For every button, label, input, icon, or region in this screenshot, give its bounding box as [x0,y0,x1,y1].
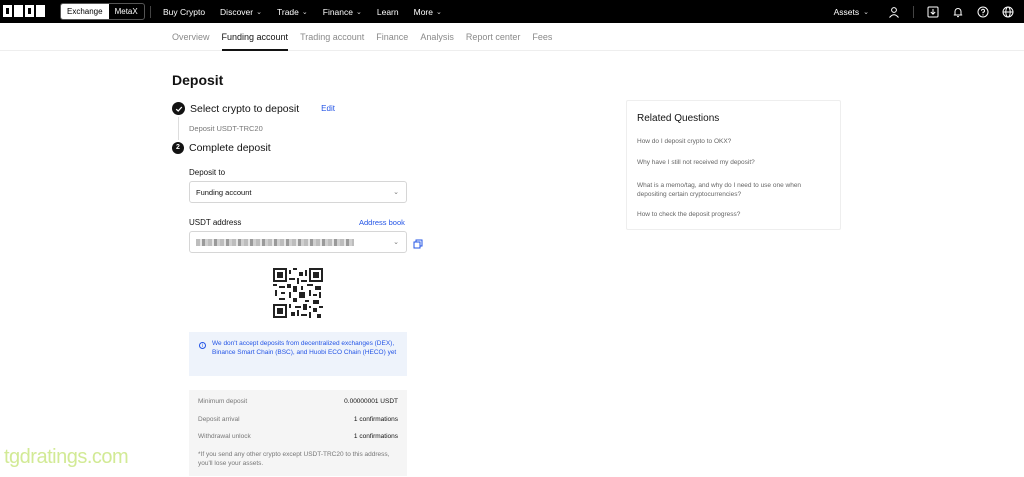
chevron-down-icon: ⌄ [863,8,869,16]
exchange-metax-switch: Exchange MetaX [60,3,145,20]
step-title: Select crypto to deposit [190,102,300,115]
tab-trading-account[interactable]: Trading account [300,23,364,51]
deposit-to-label: Deposit to [189,168,226,177]
help-icon[interactable] [977,6,989,18]
main-nav: Buy Crypto Discover ⌄ Trade ⌄ Finance ⌄ Lea… [163,0,442,23]
metax-toggle[interactable]: MetaX [109,4,144,19]
assets-label: Assets [833,6,860,17]
account-subnav: Overview Funding account Trading account… [0,23,1024,51]
exchange-toggle[interactable]: Exchange [61,4,109,19]
usdt-address-label: USDT address [189,218,242,227]
chevron-down-icon: ⌄ [436,8,442,16]
assets-menu[interactable]: Assets ⌄ [834,7,869,17]
deposit-notice: i We don't accept deposits from decentra… [189,332,407,376]
chevron-down-icon: ⌄ [256,8,262,16]
chevron-down-icon: ⌄ [301,8,308,16]
tab-analysis[interactable]: Analysis [420,23,454,51]
related-question-link[interactable]: How do I deposit crypto to OKX? [637,138,827,147]
nav-learn[interactable]: Learn [377,7,399,17]
deposit-qr-code [273,268,323,318]
step-select-crypto: Select crypto to deposit Edit [172,102,335,115]
check-circle-icon [172,102,185,115]
related-questions-panel: Related Questions How do I deposit crypt… [626,100,841,230]
download-icon[interactable] [927,6,939,18]
tab-overview[interactable]: Overview [172,23,210,51]
nav-label: Finance [322,6,353,17]
nav-label: Trade [276,6,299,17]
tab-finance[interactable]: Finance [376,23,408,51]
nav-label: Learn [376,6,399,17]
step-complete-deposit: 2 Complete deposit [172,142,271,154]
deposit-info-box: Minimum deposit 0.00000001 USDT Deposit … [189,390,407,476]
related-question-link[interactable]: Why have I still not received my deposit… [637,159,827,168]
step-number: 2 [172,142,184,154]
top-navigation-bar: Exchange MetaX Buy Crypto Discover ⌄ Trad… [0,0,1024,23]
copy-icon[interactable] [413,236,423,249]
info-key: Deposit arrival [198,416,240,423]
nav-finance[interactable]: Finance ⌄ [323,7,362,17]
nav-right-group: Assets ⌄ [834,0,1014,23]
info-row: Deposit arrival 1 confirmations [198,416,398,423]
chevron-down-icon: ⌄ [393,239,399,246]
tab-report-center[interactable]: Report center [466,23,521,51]
user-icon[interactable] [888,6,900,18]
address-book-link[interactable]: Address book [359,218,405,227]
warning-note: *If you send any other crypto except USD… [198,451,390,467]
nav-divider [913,5,914,18]
nav-more[interactable]: More ⌄ [414,7,442,17]
info-key: Withdrawal unlock [198,433,251,440]
masked-address [196,238,354,246]
edit-link[interactable]: Edit [321,104,335,113]
tab-fees[interactable]: Fees [532,23,552,51]
nav-label: More [413,6,433,17]
info-value: 0.00000001 USDT [344,398,398,405]
bell-icon[interactable] [952,6,964,18]
nav-label: Buy Crypto [163,6,206,17]
nav-label: Discover [220,6,254,17]
nav-discover[interactable]: Discover ⌄ [220,7,262,17]
usdt-address-select[interactable]: ⌄ [189,231,407,253]
info-value: 1 confirmations [353,433,398,440]
selected-crypto-label: Deposit USDT-TRC20 [189,124,263,133]
related-question-link[interactable]: What is a memo/tag, and why do I need to… [637,182,827,199]
related-questions-title: Related Questions [637,113,720,124]
step-title: Complete deposit [189,142,271,154]
page-title: Deposit [172,72,224,88]
okx-logo[interactable] [3,5,47,18]
nav-trade[interactable]: Trade ⌄ [277,7,308,17]
related-question-link[interactable]: How to check the deposit progress? [637,211,827,220]
nav-divider [150,6,151,18]
info-row: Minimum deposit 0.00000001 USDT [198,398,398,405]
deposit-to-value: Funding account [196,187,252,197]
chevron-down-icon: ⌄ [356,8,362,16]
info-icon: i [199,342,206,349]
info-key: Minimum deposit [198,398,248,405]
deposit-to-select[interactable]: Funding account ⌄ [189,181,407,203]
notice-text: We don't accept deposits from decentrali… [212,340,397,356]
tab-funding-account[interactable]: Funding account [221,23,288,51]
chevron-down-icon: ⌄ [393,189,399,196]
watermark-text: tgdratings.com [4,446,129,468]
info-row: Withdrawal unlock 1 confirmations [198,433,398,440]
nav-buy-crypto[interactable]: Buy Crypto [163,7,205,17]
step-connector [178,117,179,140]
globe-icon[interactable] [1002,6,1014,18]
info-value: 1 confirmations [353,416,398,423]
